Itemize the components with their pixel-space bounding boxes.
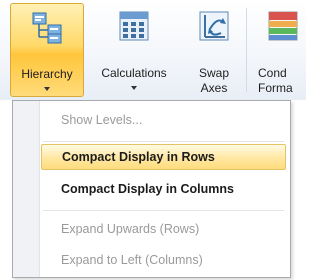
swap-axes-label-line2: Axes: [200, 81, 228, 95]
menu-icon-gutter: [13, 101, 40, 277]
conditional-formatting-button[interactable]: Cond Forma: [250, 3, 306, 97]
ribbon: Hierarchy Calculations Swap Axes Cond Fo…: [0, 0, 306, 100]
calculator-icon: [119, 11, 149, 41]
menu-item-expand-left-columns[interactable]: Expand to Left (Columns): [41, 247, 286, 273]
calculations-label: Calculations: [101, 66, 167, 80]
swap-axes-icon: [199, 11, 229, 41]
conditional-formatting-label-line2: Forma: [258, 81, 293, 95]
ribbon-separator: [246, 8, 247, 92]
conditional-formatting-label-line1: Cond: [258, 66, 287, 80]
conditional-formatting-icon: [268, 11, 298, 41]
hierarchy-icon: [32, 12, 62, 44]
hierarchy-dropdown-menu: Show Levels... Compact Display in Rows C…: [12, 100, 291, 278]
menu-item-compact-display-rows[interactable]: Compact Display in Rows: [41, 144, 286, 170]
hierarchy-label: Hierarchy: [21, 67, 73, 81]
calculations-button[interactable]: Calculations: [86, 3, 182, 97]
chevron-down-icon: [44, 87, 50, 91]
menu-item-show-levels[interactable]: Show Levels...: [41, 107, 286, 133]
hierarchy-button[interactable]: Hierarchy: [10, 3, 84, 97]
menu-item-expand-upwards-rows[interactable]: Expand Upwards (Rows): [41, 216, 286, 242]
chevron-down-icon: [131, 86, 137, 90]
swap-axes-button[interactable]: Swap Axes: [186, 3, 242, 97]
swap-axes-label-line1: Swap: [198, 66, 230, 80]
menu-separator: [43, 141, 284, 142]
menu-separator: [43, 210, 284, 211]
menu-item-compact-display-columns[interactable]: Compact Display in Columns: [41, 176, 286, 202]
